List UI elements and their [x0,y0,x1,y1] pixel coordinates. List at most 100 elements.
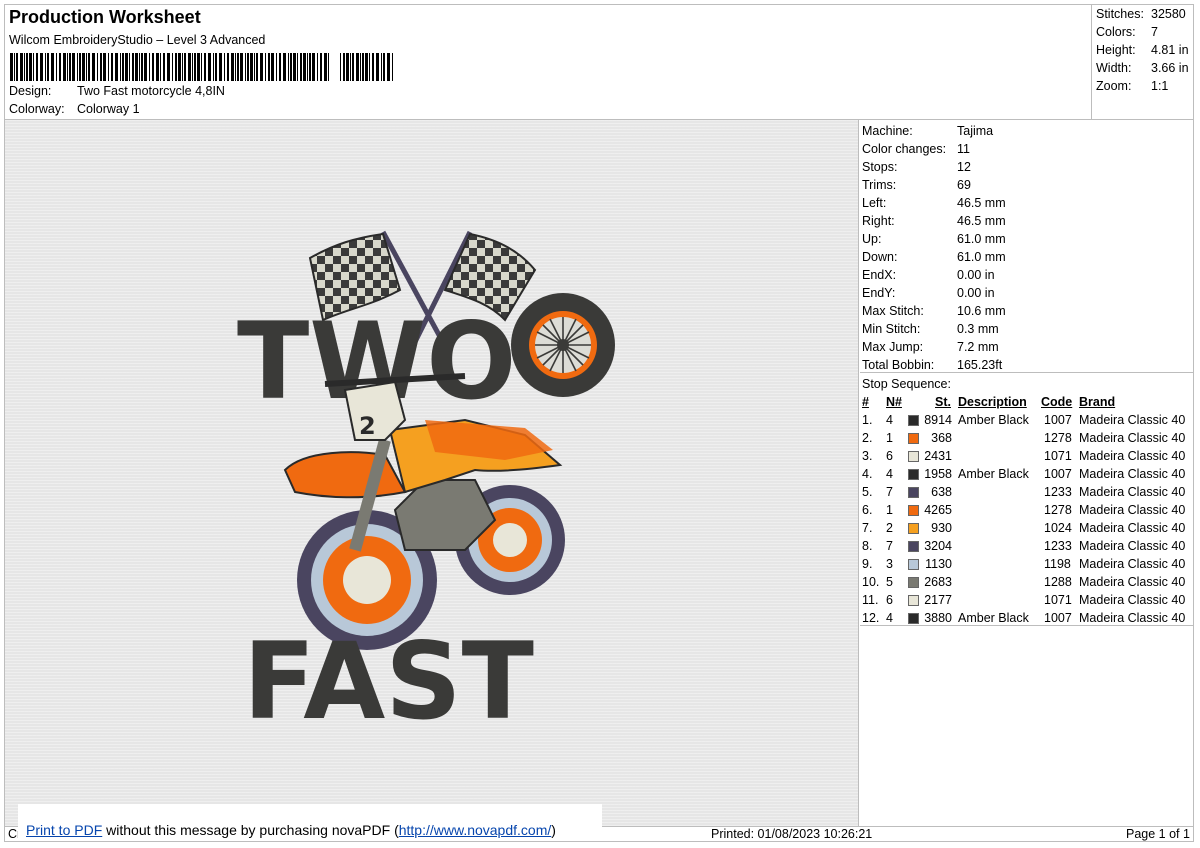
barcode-bar [139,53,140,81]
barcode-bar [10,53,13,81]
barcode-bar [245,53,246,81]
barcode-bar [182,53,183,81]
barcode-bar [372,53,374,81]
colorway-value: Colorway 1 [77,102,140,116]
banner-text: without this message by purchasing novaP… [102,822,399,838]
barcode-bar [69,53,71,81]
barcode-bar [260,53,263,81]
machine-value: 165.23ft [957,358,1003,372]
stop-sequence-title: Stop Sequence: [862,377,951,391]
summary-value: 3.66 in [1151,61,1189,75]
barcode-bar [24,53,25,81]
barcode-bar [340,53,341,81]
thread-brand: Madeira Classic 40 [1079,449,1186,463]
stop-index: 12. [862,611,880,625]
barcode-bar [122,53,124,81]
barcode-bar [297,53,298,81]
barcode-bar [56,53,57,81]
color-swatch [908,469,919,480]
barcode-bar [59,53,61,81]
barcode-bar [108,53,109,81]
color-swatch [908,415,919,426]
barcode-bar [279,53,281,81]
design-word-bottom: FAST [243,620,534,743]
stop-index: 6. [862,503,873,517]
thread-brand: Madeira Classic 40 [1079,557,1186,571]
barcode-bar [51,53,54,81]
machine-label: Up: [862,232,882,246]
thread-brand: Madeira Classic 40 [1079,575,1186,589]
barcode-bar [172,53,173,81]
barcode-bar [77,53,78,81]
worksheet-header: Production Worksheet Wilcom EmbroiderySt… [5,5,1091,119]
barcode-bar [152,53,154,81]
barcode-bar [16,53,18,81]
barcode-bar [197,53,200,81]
barcode-bar [237,53,239,81]
col-header-code: Code [1041,395,1073,409]
needle-number: 4 [886,467,893,481]
barcode-bar [125,53,128,81]
design-summary: Stitches: 32580 Colors: 7 Height: 4.81 in Widt… [1091,5,1195,119]
needle-number: 5 [886,575,893,589]
barcode-bar [343,53,345,81]
machine-label: EndX: [862,268,897,282]
wheel-letter-o [511,293,615,397]
banner-text-end: ) [551,822,556,838]
barcode-bar [82,53,85,81]
barcode-bar [227,53,229,81]
barcode-bar [235,53,236,81]
barcode-bar [365,53,368,81]
barcode-bar [231,53,234,81]
needle-number: 1 [886,431,893,445]
novapdf-url-link[interactable]: http://www.novapdf.com/ [399,822,552,838]
stitch-count: 3880 [924,611,952,625]
barcode-bar [320,53,322,81]
barcode-bar [247,53,249,81]
summary-label: Colors: [1096,25,1136,39]
thread-code: 1278 [1044,431,1072,445]
barcode-bar [103,53,106,81]
summary-row: Width: 3.66 in [1096,61,1189,75]
barcode-bar [350,53,351,81]
barcode-bar [79,53,81,81]
barcode-bar [14,53,15,81]
machine-row: Total Bobbin: 165.23ft [862,358,1002,372]
barcode-bar [362,53,364,81]
colorway-field: Colorway: Colorway 1 [9,102,140,116]
barcode-bar [29,53,32,81]
summary-value: 32580 [1151,7,1186,21]
col-header-description: Description [958,395,1027,409]
machine-value: 0.3 mm [957,322,999,336]
barcode-bar [256,53,258,81]
stitch-count: 8914 [924,413,952,427]
thread-brand: Madeira Classic 40 [1079,467,1186,481]
barcode-bar [120,53,121,81]
barcode-bar [328,53,329,81]
barcode-bar [276,53,277,81]
machine-value: 46.5 mm [957,214,1006,228]
design-value: Two Fast motorcycle 4,8IN [77,84,225,98]
color-swatch [908,451,919,462]
color-swatch [908,559,919,570]
stop-index: 11. [862,593,879,607]
print-to-pdf-link[interactable]: Print to PDF [26,822,102,838]
barcode-bar [208,53,211,81]
thread-code: 1071 [1044,593,1072,607]
thread-code: 1233 [1044,539,1072,553]
col-header-needle: N# [886,395,902,409]
plate-number: 2 [359,412,376,440]
barcode-bar [369,53,370,81]
barcode-bar [224,53,225,81]
stitch-count: 2431 [924,449,952,463]
thread-code: 1288 [1044,575,1072,589]
stitch-count: 368 [931,431,952,445]
color-swatch [908,433,919,444]
stop-index: 1. [862,413,873,427]
embroidery-design: TWO 2 FAST [237,230,615,743]
stitch-count: 2177 [924,593,952,607]
barcode-bar [86,53,87,81]
barcode-bar [40,53,43,81]
software-name: Wilcom EmbroideryStudio – Level 3 Advanc… [9,33,266,47]
summary-label: Width: [1096,61,1132,75]
